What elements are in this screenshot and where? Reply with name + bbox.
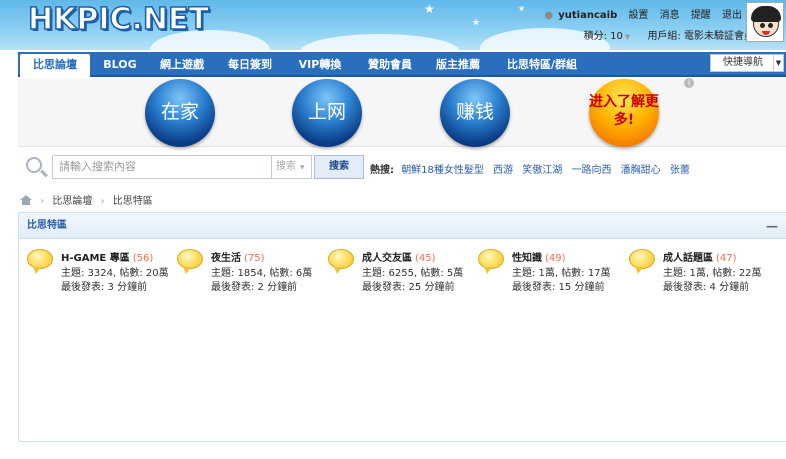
tab-blog[interactable]: BLOG (94, 54, 146, 77)
tab-moderator-picks[interactable]: 版主推薦 (426, 54, 490, 77)
forum-today-count: (56) (132, 253, 154, 264)
star-icon: ★ (424, 2, 435, 16)
user-info: 積分: 10 ▼ 用戶組: 電影未驗証會員 (570, 27, 754, 42)
forum-today-count: (45) (415, 253, 436, 264)
forum-title[interactable]: 成人話題區 (47) (663, 249, 737, 264)
hot-keyword[interactable]: 西游 (493, 165, 513, 176)
hot-keyword[interactable]: 张蕾 (670, 165, 690, 176)
search-button[interactable]: 搜索 (314, 155, 364, 179)
forum-section: 比思特區 — H-GAME 專區 (56) 主題: 3324, 帖數: 20萬 最… (18, 212, 786, 442)
forum-bubble-icon (478, 249, 504, 274)
user-group-link[interactable]: 用戶組: 電影未驗証會員 (647, 31, 754, 42)
hot-search: 熱搜: 朝鮮18種女性髮型 西游 笑傲江湖 一路向西 潘胸甜心 张蕾 (370, 161, 696, 176)
forum-today-count: (47) (716, 253, 737, 264)
banner-button-online[interactable]: 上网 (292, 79, 362, 147)
banner-button-home[interactable]: 在家 (145, 79, 215, 147)
tab-daily-checkin[interactable]: 每日簽到 (218, 54, 282, 77)
breadcrumb-special-zone[interactable]: 比思特區 (113, 196, 153, 207)
messages-link[interactable]: 消息 (660, 10, 680, 21)
banner-button-earn[interactable]: 赚钱 (440, 79, 510, 147)
hot-keyword[interactable]: 潘胸甜心 (621, 165, 661, 176)
star-icon: ★ (518, 4, 526, 13)
forum-stats: 主題: 1萬, 帖數: 17萬 (512, 268, 611, 279)
forum-stats: 主題: 6255, 帖數: 5萬 (362, 268, 464, 279)
forum-name[interactable]: 成人交友區 (362, 253, 412, 264)
forum-bubble-icon (177, 249, 203, 274)
quick-nav-dropdown[interactable]: 快捷導航 ▼ (710, 54, 784, 72)
star-icon: ★ (472, 18, 481, 28)
search-type-label: 搜索 (276, 161, 296, 172)
forum-last-post[interactable]: 最後發表: 4 分鐘前 (663, 278, 749, 293)
hot-keyword[interactable]: 一路向西 (571, 165, 611, 176)
chevron-down-icon: ▼ (773, 55, 783, 71)
user-bar: ● yutiancaib 設置 消息 提醒 退出 (536, 6, 742, 21)
tab-sponsor[interactable]: 贊助會員 (358, 54, 422, 77)
collapse-icon[interactable]: — (766, 213, 778, 239)
hot-keyword[interactable]: 朝鮮18種女性髮型 (401, 165, 484, 176)
forum-item[interactable]: 夜生活 (75) 主題: 1854, 帖數: 6萬 最後發表: 2 分鐘前 (169, 247, 319, 297)
breadcrumb-separator: › (100, 196, 105, 207)
tab-online-games[interactable]: 網上遊戲 (150, 54, 214, 77)
forum-name[interactable]: 性知識 (512, 253, 542, 264)
breadcrumb: › 比思論壇 › 比思特區 (20, 192, 153, 207)
user-icon: ● (544, 10, 554, 21)
search-input[interactable]: 請輸入搜索內容 (52, 155, 272, 179)
chevron-down-icon: ▼ (624, 33, 631, 41)
chevron-down-icon: ▼ (300, 164, 305, 171)
forum-bubble-icon (328, 249, 354, 274)
site-logo[interactable]: HKPIC.NET (27, 1, 209, 38)
banner-button-learn-more[interactable]: 进入了解更多! (589, 79, 659, 147)
hot-search-label: 熱搜: (370, 165, 394, 176)
home-icon[interactable] (20, 195, 32, 205)
avatar-eye (768, 23, 773, 28)
forum-item[interactable]: 成人話題區 (47) 主題: 1萬, 帖數: 22萬 最後發表: 4 分鐘前 (621, 247, 771, 297)
forum-item[interactable]: 成人交友區 (45) 主題: 6255, 帖數: 5萬 最後發表: 25 分鐘前 (320, 247, 470, 297)
forum-name[interactable]: 成人話題區 (663, 253, 713, 264)
forum-last-post[interactable]: 最後發表: 3 分鐘前 (61, 278, 147, 293)
forum-stats: 主題: 1854, 帖數: 6萬 (211, 268, 313, 279)
forum-last-post[interactable]: 最後發表: 15 分鐘前 (512, 278, 604, 293)
forum-item[interactable]: H-GAME 專區 (56) 主題: 3324, 帖數: 20萬 最後發表: 3 … (19, 247, 169, 297)
main-nav: 比思論壇 BLOG 網上遊戲 每日簽到 VIP轉換 贊助會員 版主推薦 比思特區… (18, 52, 786, 77)
section-title[interactable]: 比思特區 (27, 220, 67, 231)
username-link[interactable]: yutiancaib (558, 10, 617, 21)
hot-keyword[interactable]: 笑傲江湖 (522, 165, 562, 176)
tab-forum[interactable]: 比思論壇 (20, 54, 90, 77)
avatar-eye (760, 23, 765, 28)
forum-stats: 主題: 3324, 帖數: 20萬 (61, 268, 169, 279)
forum-today-count: (75) (244, 253, 265, 264)
avatar-hair (751, 6, 781, 22)
section-header: 比思特區 — (19, 213, 786, 239)
forum-name[interactable]: 夜生活 (211, 253, 241, 264)
settings-link[interactable]: 設置 (628, 10, 648, 21)
quick-nav-label: 快捷導航 (723, 57, 763, 68)
forum-item[interactable]: 性知識 (49) 主題: 1萬, 帖數: 17萬 最後發表: 15 分鐘前 (470, 247, 620, 297)
breadcrumb-separator: › (40, 196, 45, 207)
tab-special-zone[interactable]: 比思特區/群組 (494, 54, 590, 77)
ad-info-icon[interactable]: i (684, 78, 694, 88)
notifications-link[interactable]: 提醒 (691, 10, 711, 21)
forum-title[interactable]: 性知識 (49) (512, 249, 566, 264)
tab-vip-convert[interactable]: VIP轉換 (286, 54, 354, 77)
forum-title[interactable]: 成人交友區 (45) (362, 249, 436, 264)
forum-name[interactable]: H-GAME 專區 (61, 253, 130, 264)
logout-link[interactable]: 退出 (722, 10, 742, 21)
forum-bubble-icon (27, 249, 53, 274)
breadcrumb-forum[interactable]: 比思論壇 (52, 196, 92, 207)
forum-today-count: (49) (545, 253, 566, 264)
banner: 在家 上网 赚钱 进入了解更多! (18, 79, 786, 147)
forum-last-post[interactable]: 最後發表: 2 分鐘前 (211, 278, 297, 293)
search-type-select[interactable]: 搜索 ▼ (272, 155, 312, 179)
forum-title[interactable]: H-GAME 專區 (56) (61, 249, 153, 264)
forum-title[interactable]: 夜生活 (75) (211, 249, 265, 264)
search-bar: 請輸入搜索內容 搜索 ▼ 搜索 熱搜: 朝鮮18種女性髮型 西游 笑傲江湖 一路向… (18, 153, 786, 183)
credits-link[interactable]: 積分: 10 (584, 31, 623, 42)
forum-last-post[interactable]: 最後發表: 25 分鐘前 (362, 278, 454, 293)
forum-stats: 主題: 1萬, 帖數: 22萬 (663, 268, 762, 279)
forum-bubble-icon (629, 249, 655, 274)
avatar[interactable] (746, 2, 784, 42)
search-icon (26, 157, 42, 173)
cloud-decoration (300, 34, 460, 50)
